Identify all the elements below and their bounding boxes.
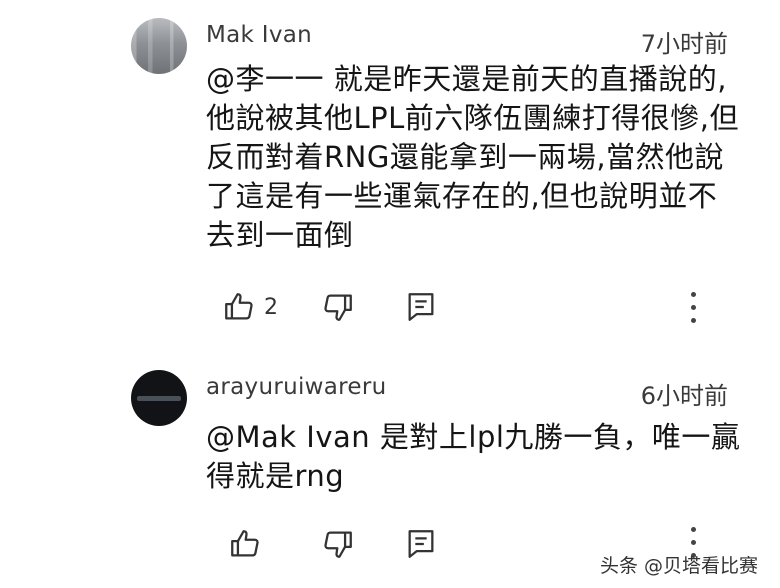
more-vertical-icon[interactable]	[688, 290, 698, 326]
comment-text: @Mak Ivan 是對上lpl九勝一負，唯一贏得就是rng	[206, 420, 741, 493]
avatar[interactable]	[131, 18, 187, 74]
avatar[interactable]	[131, 370, 187, 426]
thumbs-up-icon[interactable]	[228, 527, 262, 561]
comment-text: @李一一 就是昨天還是前天的直播說的,他說被其他LPL前六隊伍團練打得很慘,但反…	[206, 62, 740, 252]
comment-timestamp: 7小时前	[640, 30, 728, 58]
like-count: 2	[264, 295, 278, 320]
thumbs-up-icon[interactable]	[222, 290, 256, 324]
comment-actions: 2	[0, 290, 780, 330]
thumbs-down-icon[interactable]	[321, 527, 355, 561]
reply-icon[interactable]	[404, 527, 438, 561]
comment-author[interactable]: arayuruiwareru	[206, 374, 387, 400]
thumbs-down-icon[interactable]	[321, 290, 355, 324]
comment-timestamp: 6小时前	[640, 382, 728, 410]
comment-author[interactable]: Mak Ivan	[206, 22, 312, 48]
watermark: 头条 @贝塔看比赛	[599, 555, 758, 577]
reply-icon[interactable]	[404, 290, 438, 324]
